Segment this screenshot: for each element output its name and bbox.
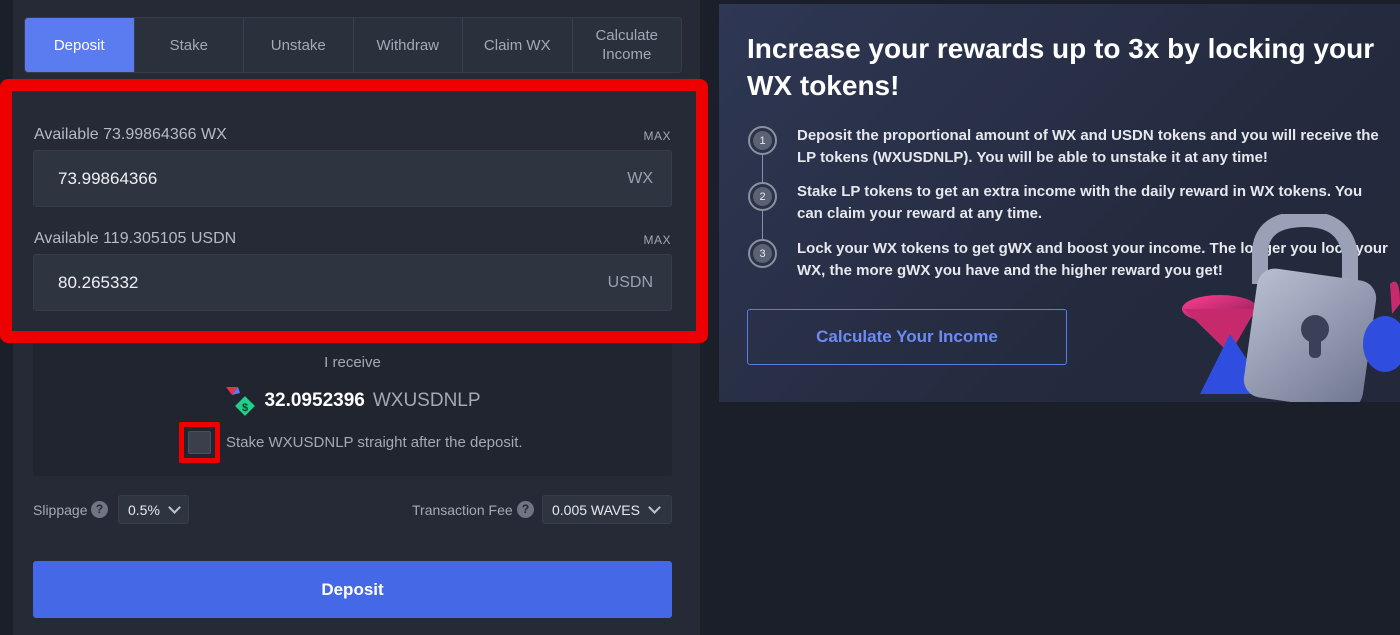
tab-unstake[interactable]: Unstake xyxy=(244,18,354,72)
transaction-settings: Slippage ? 0.5% Transaction Fee ? 0.005 … xyxy=(33,495,672,525)
receive-summary: I receive $ 32.0952396 WXUSDNLP Stake WX… xyxy=(33,343,672,476)
receive-label: I receive xyxy=(324,354,381,371)
padlock-illustration xyxy=(1180,210,1400,402)
usdn-max-button[interactable]: MAX xyxy=(643,233,671,247)
wx-unit-label: WX xyxy=(627,169,653,187)
usdn-unit-label: USDN xyxy=(607,273,653,291)
stake-after-deposit-row: Stake WXUSDNLP straight after the deposi… xyxy=(179,422,523,463)
step-text-1: Deposit the proportional amount of WX an… xyxy=(797,127,1379,166)
chevron-down-icon xyxy=(168,501,181,514)
wx-max-button[interactable]: MAX xyxy=(643,129,671,143)
transaction-fee-label: Transaction Fee xyxy=(412,502,513,518)
tab-deposit[interactable]: Deposit xyxy=(25,18,135,72)
slippage-value: 0.5% xyxy=(128,501,160,518)
deposit-inputs-highlight: Available 73.99864366 WX MAX 73.99864366… xyxy=(0,79,708,343)
step-number-2: 2 xyxy=(748,182,777,211)
receive-unit-label: WXUSDNLP xyxy=(372,390,481,411)
usdn-available-label: Available 119.305105 USDN xyxy=(34,230,237,247)
rewards-promo-panel: Increase your rewards up to 3x by lockin… xyxy=(719,4,1400,402)
usdn-amount-value: 80.265332 xyxy=(58,272,139,292)
wxusdnlp-token-icon: $ xyxy=(224,385,256,417)
receive-amount-value: 32.0952396 xyxy=(264,390,365,411)
stake-checkbox-highlight[interactable] xyxy=(179,422,220,463)
usdn-amount-field[interactable]: 80.265332 USDN xyxy=(33,254,672,311)
slippage-select[interactable]: 0.5% xyxy=(118,495,189,524)
fee-help-icon[interactable]: ? xyxy=(517,501,534,518)
tab-claim-wx[interactable]: Claim WX xyxy=(463,18,573,72)
step-number-3: 3 xyxy=(748,239,777,268)
step-number-1: 1 xyxy=(748,126,777,155)
tab-calculate-income[interactable]: Calculate Income xyxy=(573,18,682,72)
wx-amount-field[interactable]: 73.99864366 WX xyxy=(33,150,672,207)
stake-checkbox[interactable] xyxy=(188,431,211,454)
svg-text:$: $ xyxy=(242,402,248,414)
stake-checkbox-label: Stake WXUSDNLP straight after the deposi… xyxy=(226,434,523,451)
action-tabs: Deposit Stake Unstake Withdraw Claim WX … xyxy=(24,17,682,73)
wx-available-label: Available 73.99864366 WX xyxy=(34,126,227,143)
receive-amount-row: $ 32.0952396 WXUSDNLP xyxy=(33,385,672,417)
calculate-income-button[interactable]: Calculate Your Income xyxy=(747,309,1067,365)
deposit-button[interactable]: Deposit xyxy=(33,561,672,618)
tab-stake[interactable]: Stake xyxy=(135,18,244,72)
tab-withdraw[interactable]: Withdraw xyxy=(354,18,463,72)
promo-title: Increase your rewards up to 3x by lockin… xyxy=(747,33,1375,101)
slippage-help-icon[interactable]: ? xyxy=(91,501,108,518)
chevron-down-icon xyxy=(648,501,661,514)
fee-value: 0.005 WAVES xyxy=(552,501,640,518)
slippage-label: Slippage xyxy=(33,502,88,518)
wx-amount-value: 73.99864366 xyxy=(58,168,158,188)
transaction-fee-select[interactable]: 0.005 WAVES xyxy=(542,495,672,524)
